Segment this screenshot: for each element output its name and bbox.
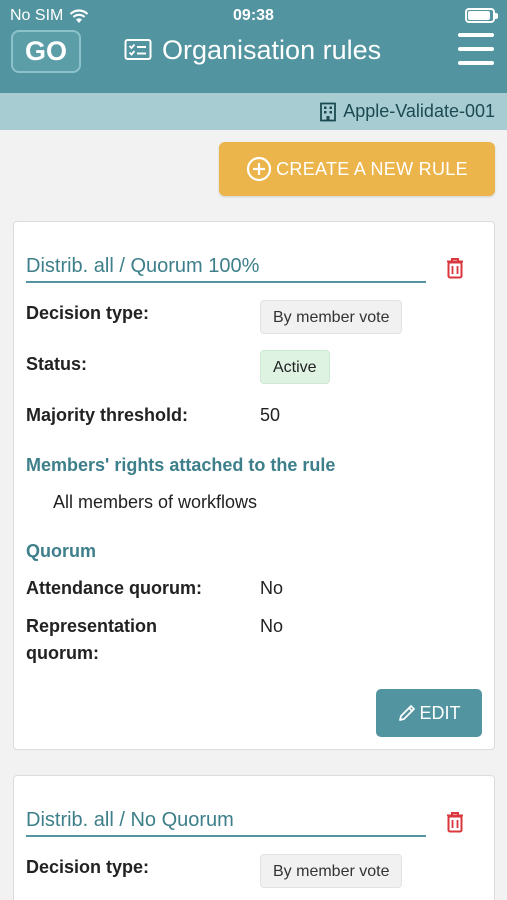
representation-quorum-label: Representation quorum: [26,613,157,667]
trash-icon[interactable] [444,256,466,280]
majority-threshold-value: 50 [260,405,281,425]
plus-circle-icon [246,156,272,182]
decision-type-label: Decision type: [26,857,150,877]
quorum-heading: Quorum [26,541,96,561]
create-rule-label: CREATE A NEW RULE [276,158,468,179]
status-bar: No SIM 09:38 [0,4,507,28]
app-logo[interactable]: GO [11,30,81,73]
logo-text: GO [24,36,67,66]
decision-type-label: Decision type: [26,303,150,323]
battery-icon [465,8,498,23]
checklist-icon [124,39,152,60]
clock: 09:38 [233,7,274,24]
decision-type-badge: By member vote [260,300,403,334]
edit-rule-button[interactable]: EDIT [376,689,482,737]
decision-type-badge: By member vote [260,854,403,888]
rule-name-field[interactable]: Distrib. all / No Quorum [26,809,426,837]
page-title: Organisation rules [162,34,382,65]
trash-icon[interactable] [444,810,466,834]
members-rights-heading: Members' rights attached to the rule [26,455,336,475]
rule-card: Distrib. all / Quorum 100% Decision type… [13,221,495,750]
attendance-quorum-label: Attendance quorum: [26,578,203,598]
edit-label: EDIT [419,702,461,723]
organisation-selector[interactable]: Apple-Validate-001 [319,101,495,122]
majority-threshold-label: Majority threshold: [26,405,189,425]
building-icon [320,102,337,121]
organisation-bar: Apple-Validate-001 [0,93,507,130]
app-header: No SIM 09:38 GO Organisation rules [0,0,507,93]
representation-quorum-label-line2: quorum: [26,643,99,663]
attendance-quorum-value: No [260,578,284,598]
create-rule-button[interactable]: CREATE A NEW RULE [219,142,495,196]
status-label: Status: [26,354,88,374]
representation-quorum-value: No [260,616,284,636]
menu-icon[interactable] [458,33,494,65]
organisation-name: Apple-Validate-001 [343,101,495,121]
members-rights-value: All members of workflows [53,492,258,512]
rule-name-field[interactable]: Distrib. all / Quorum 100% [26,255,426,283]
rule-card: Distrib. all / No Quorum Decision type: … [13,775,495,900]
representation-quorum-label-line1: Representation [26,616,158,636]
status-badge: Active [260,350,330,384]
pencil-icon [399,705,416,721]
page-title-group: Organisation rules [124,32,381,68]
